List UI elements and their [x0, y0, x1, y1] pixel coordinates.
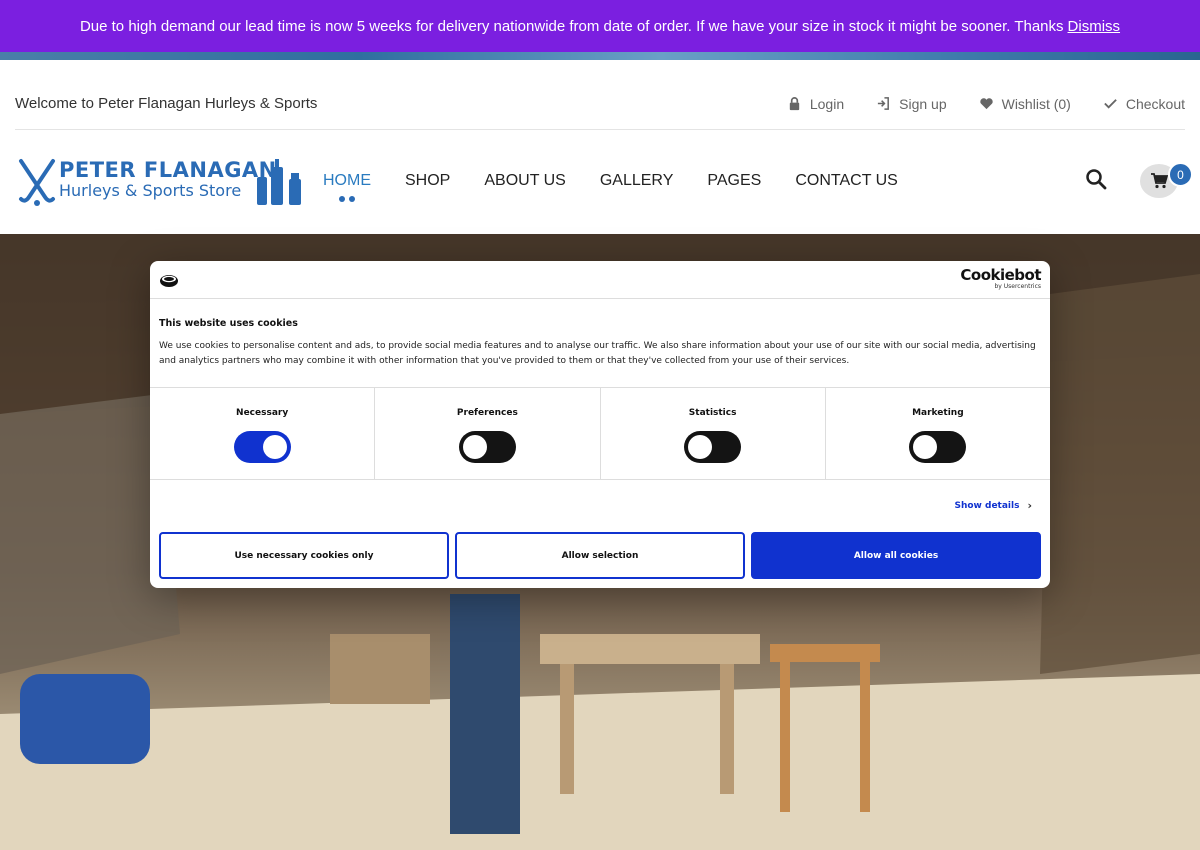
wishlist-link[interactable]: Wishlist (0): [979, 96, 1071, 112]
necessary-only-button[interactable]: Use necessary cookies only: [159, 532, 449, 579]
preferences-switch[interactable]: [458, 431, 516, 463]
nav-home[interactable]: HOME: [323, 172, 371, 202]
chevron-right-icon: ›: [1027, 499, 1032, 512]
necessary-switch[interactable]: [233, 431, 291, 463]
cookie-body: This website uses cookies We use cookies…: [150, 299, 1050, 387]
login-label: Login: [809, 95, 845, 112]
welcome-text: Welcome to Peter Flanagan Hurleys & Spor…: [15, 95, 318, 112]
announcement-strip: [0, 52, 1200, 60]
cookie-consent-dialog: Cookiebot by Usercentrics This website u…: [150, 261, 1050, 588]
allow-all-button[interactable]: Allow all cookies: [751, 532, 1041, 579]
logo-title: PETER FLANAGAN: [59, 158, 277, 182]
announcement-bar: Due to high demand our lead time is now …: [0, 0, 1200, 52]
toggle-preferences-label: Preferences: [456, 408, 518, 418]
hurley-sticks-icon: [19, 159, 55, 206]
nav-home-label: HOME: [323, 172, 371, 189]
login-link[interactable]: Login: [787, 96, 844, 112]
checkout-link[interactable]: Checkout: [1103, 96, 1185, 112]
show-details-label: Show details: [954, 500, 1020, 511]
toggle-marketing-label: Marketing: [912, 408, 964, 418]
trophy-bottles-icon: [257, 159, 301, 205]
nav-shop[interactable]: SHOP: [405, 172, 450, 190]
cookie-buttons: Use necessary cookies only Allow selecti…: [159, 532, 1041, 579]
allow-selection-button[interactable]: Allow selection: [455, 532, 745, 579]
heart-icon: [979, 98, 993, 110]
nav-contact-us[interactable]: CONTACT US: [795, 172, 898, 190]
dismiss-link[interactable]: Dismiss: [1068, 18, 1121, 35]
announcement-text: Due to high demand our lead time is now …: [79, 17, 1064, 35]
account-links: Login Sign up Wishlist (0) Checkout: [787, 96, 1185, 112]
cookie-icon: [160, 275, 178, 287]
signup-link[interactable]: Sign up: [876, 95, 947, 112]
cart-count-badge: 0: [1168, 162, 1193, 187]
checkout-label: Checkout: [1125, 95, 1185, 112]
cookie-title: This website uses cookies: [159, 318, 298, 329]
cookie-toggles: Necessary Preferences Statistics Marketi…: [150, 387, 1050, 480]
wishlist-label: Wishlist (0): [1001, 95, 1071, 112]
cookiebot-brand: Cookiebot: [960, 266, 1041, 284]
main-nav: HOME SHOP ABOUT US GALLERY PAGES CONTACT…: [323, 172, 898, 202]
signup-label: Sign up: [899, 95, 947, 112]
cookiebot-logo: Cookiebot by Usercentrics: [960, 266, 1041, 291]
cookie-description: We use cookies to personalise content an…: [159, 341, 1036, 366]
check-icon: [1104, 99, 1117, 109]
sign-in-icon: [878, 97, 890, 110]
toggle-statistics-label: Statistics: [688, 408, 737, 418]
marketing-switch[interactable]: [909, 431, 967, 463]
logo-subtitle: Hurleys & Sports Store: [59, 181, 242, 200]
toggle-preferences: Preferences: [375, 388, 601, 479]
nav-gallery[interactable]: GALLERY: [600, 172, 674, 190]
cookie-header: Cookiebot by Usercentrics: [150, 261, 1050, 299]
toggle-necessary: Necessary: [150, 388, 376, 479]
active-indicator: [339, 196, 355, 202]
logo-text: PETER FLANAGAN Hurleys & Sports Store: [59, 159, 277, 201]
statistics-switch[interactable]: [684, 431, 742, 463]
toggle-statistics: Statistics: [601, 388, 826, 479]
search-icon[interactable]: [1085, 168, 1107, 190]
nav-pages[interactable]: PAGES: [707, 172, 761, 190]
toggle-marketing: Marketing: [826, 388, 1050, 479]
cookiebot-brand-sub: by Usercentrics: [994, 283, 1041, 290]
lock-icon: [789, 97, 800, 111]
show-details-link[interactable]: Show details ›: [954, 499, 1032, 512]
top-bar: Welcome to Peter Flanagan Hurleys & Spor…: [15, 82, 1185, 130]
cart-icon: [1151, 173, 1168, 189]
site-header: PETER FLANAGAN Hurleys & Sports Store HO…: [15, 148, 1193, 214]
site-logo[interactable]: PETER FLANAGAN Hurleys & Sports Store: [15, 153, 307, 209]
nav-about-us[interactable]: ABOUT US: [484, 172, 566, 190]
toggle-necessary-label: Necessary: [236, 408, 289, 418]
